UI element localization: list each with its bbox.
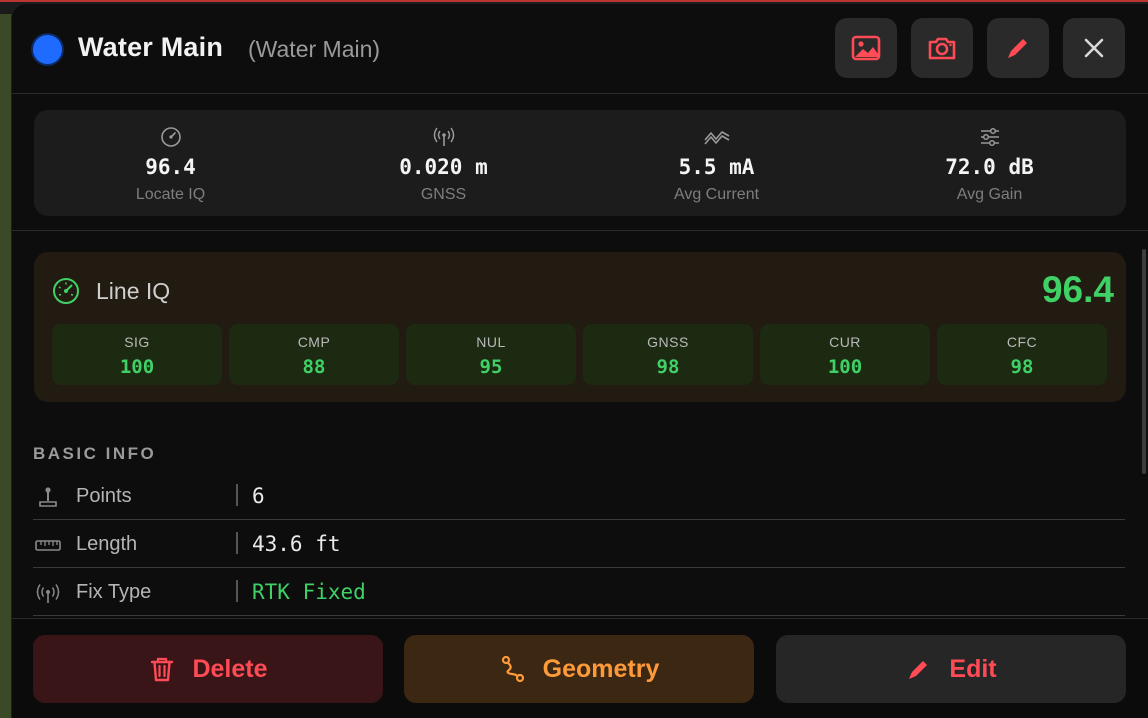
image-icon (851, 35, 881, 61)
metric-label: CUR (829, 334, 861, 350)
metric-label: GNSS (647, 334, 689, 350)
metric-value: 100 (827, 356, 863, 378)
scrollbar[interactable] (1142, 249, 1146, 474)
section-divider (12, 230, 1148, 231)
line-iq-score: 96.4 (1041, 269, 1114, 310)
stat-avg-gain: 72.0 dB Avg Gain (853, 110, 1126, 216)
metric-label: SIG (124, 334, 150, 350)
geometry-label: Geometry (542, 654, 660, 683)
metric-value: 98 (1010, 356, 1034, 378)
stat-avg-current: 5.5 mA Avg Current (580, 110, 853, 216)
stat-locate-iq: 96.4 Locate IQ (34, 110, 307, 216)
delete-label: Delete (192, 654, 268, 683)
info-row-points: Points 6 (33, 472, 1125, 520)
feature-subtitle: (Water Main) (248, 36, 381, 62)
line-iq-title: Line IQ (96, 278, 171, 304)
metric-label: CMP (297, 334, 331, 350)
action-footer: Delete Geometry Edit (12, 618, 1148, 718)
edit-header-button[interactable] (987, 18, 1049, 78)
antenna-icon (433, 127, 454, 146)
info-value: RTK Fixed (252, 580, 366, 604)
status-dot (33, 35, 62, 64)
metric-gnss: GNSS 98 (583, 324, 753, 385)
close-button[interactable] (1063, 18, 1125, 78)
line-iq-card: Line IQ 96.4 SIG 100 CMP 88 NUL 95 GNSS … (34, 252, 1126, 402)
info-separator (236, 580, 238, 602)
info-label: Points (76, 485, 132, 507)
feature-title: Water Main (78, 32, 224, 62)
metric-label: NUL (476, 334, 506, 350)
route-icon (501, 655, 524, 683)
metric-value: 95 (479, 356, 503, 378)
metric-value: 88 (302, 356, 326, 378)
delete-button[interactable]: Delete (33, 635, 383, 703)
pencil-icon (909, 661, 928, 679)
metric-value: 98 (656, 356, 680, 378)
basic-info-heading: BASIC INFO (33, 444, 157, 463)
metric-cur: CUR 100 (760, 324, 930, 385)
metric-sig: SIG 100 (52, 324, 222, 385)
stat-label: Locate IQ (135, 186, 206, 203)
gauge-icon (53, 278, 79, 304)
info-separator (236, 484, 238, 506)
geometry-button[interactable]: Geometry (404, 635, 754, 703)
feature-detail-panel: Water Main (Water Main) 96.4 Locate IQ 0… (12, 4, 1148, 718)
metric-label: CFC (1006, 334, 1038, 350)
camera-icon (928, 37, 956, 60)
edit-label: Edit (949, 654, 997, 683)
trash-icon (151, 657, 174, 682)
joystick-icon (39, 487, 57, 507)
pencil-icon (1008, 39, 1027, 58)
stat-gnss: 0.020 m GNSS (307, 110, 580, 216)
stat-label: GNSS (420, 186, 467, 203)
photos-button[interactable] (835, 18, 897, 78)
stat-label: Avg Gain (956, 186, 1023, 203)
close-icon (1084, 38, 1104, 58)
info-separator (236, 532, 238, 554)
stat-label: Avg Current (673, 186, 760, 203)
panel-header: Water Main (Water Main) (12, 4, 1148, 94)
ruler-icon (35, 540, 61, 551)
stat-value: 96.4 (145, 155, 196, 179)
summary-stats-card: 96.4 Locate IQ 0.020 m GNSS 5.5 mA Avg C… (34, 110, 1126, 216)
info-row-length: Length 43.6 ft (33, 520, 1125, 568)
antenna-icon (36, 584, 60, 603)
info-value: 6 (252, 484, 265, 508)
info-row-fix-type: Fix Type RTK Fixed (33, 568, 1125, 616)
info-label: Fix Type (76, 581, 152, 603)
stat-value: 72.0 dB (945, 155, 1034, 179)
metric-cmp: CMP 88 (229, 324, 399, 385)
gauge-icon (160, 127, 181, 147)
stat-value: 0.020 m (399, 155, 488, 179)
metric-value: 100 (119, 356, 155, 378)
sliders-icon (980, 127, 999, 147)
metric-cfc: CFC 98 (937, 324, 1107, 385)
metric-nul: NUL 95 (406, 324, 576, 385)
edit-button[interactable]: Edit (776, 635, 1126, 703)
camera-button[interactable] (911, 18, 973, 78)
signal-wave-icon (703, 131, 729, 145)
info-label: Length (76, 533, 138, 555)
stat-value: 5.5 mA (678, 155, 755, 179)
info-value: 43.6 ft (252, 532, 341, 556)
